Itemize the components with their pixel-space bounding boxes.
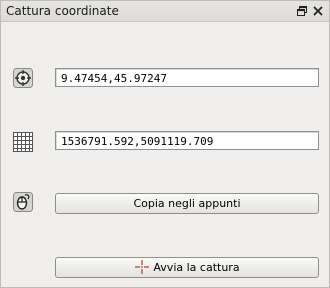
crosshair-globe-icon [12, 67, 34, 89]
crosshair-cursor-icon [134, 259, 150, 275]
grid-icon [12, 131, 34, 153]
copy-to-clipboard-button[interactable]: Copia negli appunti [55, 193, 319, 214]
start-capture-label: Avvia la cattura [153, 261, 240, 274]
panel-title: Cattura coordinate [6, 4, 119, 18]
panel-titlebar[interactable]: Cattura coordinate [1, 1, 329, 22]
capture-coordinates-panel: Cattura coordinate 9.47454,45.97247 1536… [0, 0, 330, 288]
geographic-coordinates-field[interactable] [55, 68, 319, 87]
copy-to-clipboard-label: Copia negli appunti [133, 197, 241, 210]
float-window-icon[interactable] [296, 5, 308, 17]
clipboard-mouse-icon [12, 191, 34, 213]
close-icon[interactable] [312, 5, 324, 17]
start-capture-button[interactable]: Avvia la cattura [55, 257, 319, 278]
projected-coordinates-field[interactable] [55, 131, 319, 150]
